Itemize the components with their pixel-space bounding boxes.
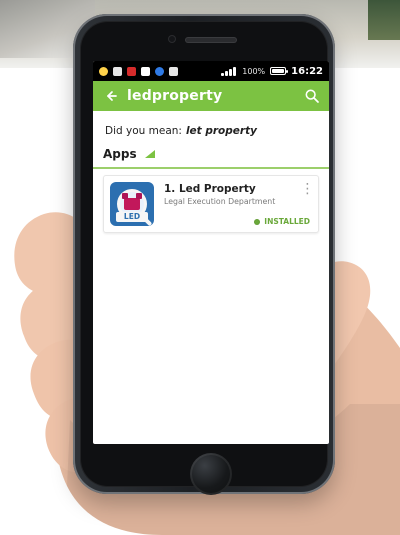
installed-label: INSTALLED (264, 217, 310, 226)
more-vert-icon[interactable]: ⋮ (301, 182, 315, 196)
section-divider (93, 167, 329, 169)
installed-indicator-icon (254, 218, 261, 225)
back-arrow-icon[interactable] (101, 87, 119, 105)
section-accent-icon (144, 150, 155, 158)
image-icon (113, 66, 122, 76)
search-query-text[interactable]: ledproperty (127, 88, 303, 104)
app-developer: Legal Execution Department (164, 197, 276, 206)
apps-section-header: Apps (103, 147, 319, 161)
search-icon[interactable] (303, 87, 321, 105)
earpiece-speaker (185, 37, 237, 43)
phone-screen: 100% 16:22 ledproperty Did you mean: let… (93, 61, 329, 444)
sim-icon (169, 66, 178, 76)
message-icon (127, 66, 136, 76)
app-result-card[interactable]: LED 1. Led Property Legal Execution Depa… (103, 175, 319, 233)
status-icons-right: 100% 16:22 (221, 66, 323, 77)
status-time: 16:22 (291, 65, 323, 77)
app-bar: ledproperty (93, 81, 329, 111)
battery-icon (270, 67, 289, 75)
smartphone: 100% 16:22 ledproperty Did you mean: let… (73, 14, 335, 495)
home-button[interactable] (190, 453, 232, 495)
alert-icon (141, 66, 150, 76)
front-camera (168, 35, 176, 43)
app-title[interactable]: 1. Led Property (164, 183, 312, 195)
scale-icon (122, 193, 142, 210)
battery-percent: 100% (242, 66, 266, 76)
results-content: Did you mean: let property Apps LED 1. L… (93, 111, 329, 233)
status-icons-left (99, 66, 178, 76)
apps-section-label: Apps (103, 147, 137, 161)
installed-badge: INSTALLED (254, 217, 310, 226)
did-you-mean: Did you mean: let property (105, 125, 319, 137)
phone-bezel: 100% 16:22 ledproperty Did you mean: let… (80, 21, 329, 495)
app-thumbnail: LED (110, 182, 154, 226)
battery-level (272, 69, 285, 73)
did-you-mean-suggestion[interactable]: let property (186, 125, 257, 137)
app-icon (155, 66, 164, 76)
app-icon-label: LED (116, 212, 148, 222)
status-bar: 100% 16:22 (93, 61, 329, 81)
did-you-mean-label: Did you mean: (105, 125, 182, 137)
signal-icon (221, 66, 237, 76)
notification-icon (99, 66, 108, 76)
